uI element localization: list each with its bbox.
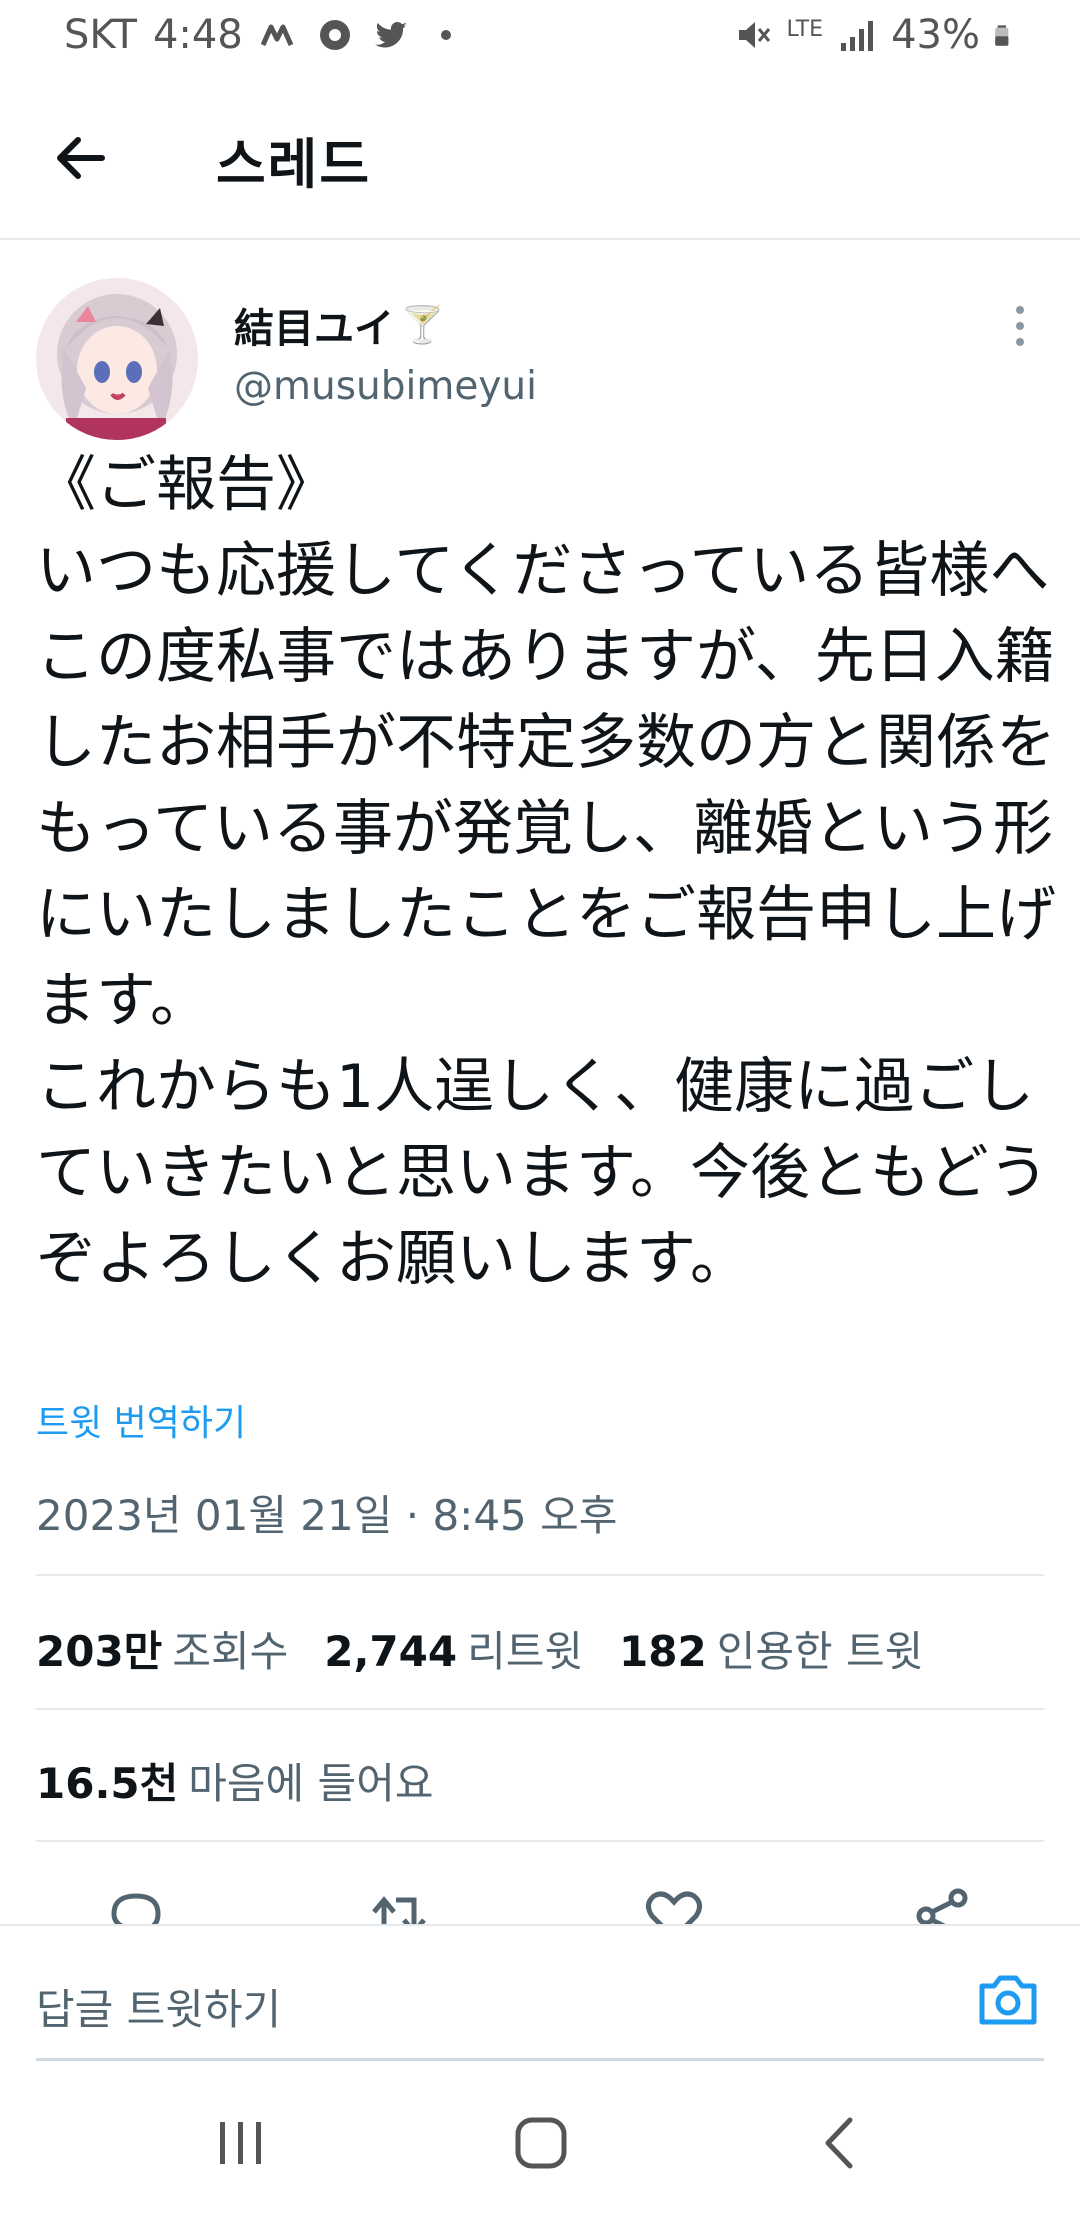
status-bar: SKT 4:48 LTE 43% — [0, 0, 1080, 76]
status-right: LTE 43% — [733, 12, 1018, 58]
translate-tweet-link[interactable]: 트윗 번역하기 — [36, 1394, 246, 1446]
app-header: 스레드 — [0, 76, 1080, 240]
quotes-count: 182 — [619, 1627, 707, 1676]
mute-icon — [738, 22, 770, 48]
camera-icon[interactable] — [976, 1970, 1040, 2030]
more-notifications-dot — [440, 30, 451, 40]
tweet-body: 《ご報告》 いつも応援してくださっている皆様へ この度私事ではありますが、先日入… — [36, 450, 1056, 1294]
share-icon[interactable] — [910, 1884, 974, 1924]
reply-input-underline — [36, 2058, 1044, 2061]
network-type: LTE — [786, 17, 824, 42]
clock: 4:48 — [152, 12, 243, 58]
tweet-author-handle[interactable]: @musubimeyui — [234, 364, 537, 409]
messenger-notification-icon — [319, 20, 350, 50]
likes-stat[interactable]: 16.5천 마음에 들어요 — [36, 1750, 433, 1811]
retweet-icon[interactable] — [370, 1884, 434, 1924]
tweet-author-name[interactable]: 結目ユイ 🍸 — [234, 296, 445, 354]
retweets-count: 2,744 — [324, 1627, 458, 1676]
divider — [36, 1574, 1044, 1576]
reply-input[interactable]: 답글 트윗하기 — [36, 1976, 281, 2037]
views-count: 203만 — [36, 1627, 163, 1676]
likes-count: 16.5천 — [36, 1759, 179, 1808]
recent-apps-icon[interactable] — [206, 2108, 276, 2178]
heart-icon[interactable] — [642, 1884, 706, 1924]
arrow-left-icon[interactable] — [44, 122, 116, 194]
likes-label: 마음에 들어요 — [188, 1759, 434, 1808]
views-stat: 203만 조회수 — [36, 1618, 288, 1679]
retweets-stat[interactable]: 2,744 리트윗 — [324, 1618, 583, 1679]
avatar-image — [36, 278, 198, 440]
home-icon[interactable] — [506, 2108, 576, 2178]
retweets-label: 리트윗 — [467, 1627, 584, 1676]
views-label: 조회수 — [172, 1627, 289, 1676]
reply-composer: 답글 트윗하기 — [0, 1924, 1080, 2064]
reply-icon[interactable] — [104, 1884, 168, 1924]
avatar[interactable] — [36, 278, 198, 440]
divider — [36, 1708, 1044, 1710]
signal-icon — [841, 21, 874, 51]
quotes-stat[interactable]: 182 인용한 트윗 — [619, 1618, 923, 1679]
quotes-label: 인용한 트윗 — [716, 1627, 924, 1676]
divider — [36, 1840, 1044, 1842]
tweet-stats: 203만 조회수 2,744 리트윗 182 인용한 트윗 — [36, 1618, 923, 1679]
battery-percent: 43% — [891, 12, 980, 58]
more-vertical-icon[interactable] — [1000, 300, 1040, 352]
carrier-label: SKT — [64, 12, 137, 58]
page-title: 스레드 — [216, 133, 372, 196]
battery-icon — [995, 25, 1009, 46]
tweet-action-bar — [0, 1860, 1080, 1924]
tweet-timestamp[interactable]: 2023년 01월 21일 · 8:45 오후 — [36, 1482, 617, 1543]
app-notification-icon — [260, 24, 294, 47]
twitter-notification-icon — [374, 22, 407, 48]
display-name-text: 結目ユイ — [234, 306, 394, 352]
system-navigation-bar — [0, 2064, 1080, 2220]
cocktail-emoji: 🍸 — [400, 305, 445, 346]
nav-back-icon[interactable] — [806, 2108, 876, 2178]
status-left: SKT 4:48 — [64, 12, 451, 58]
